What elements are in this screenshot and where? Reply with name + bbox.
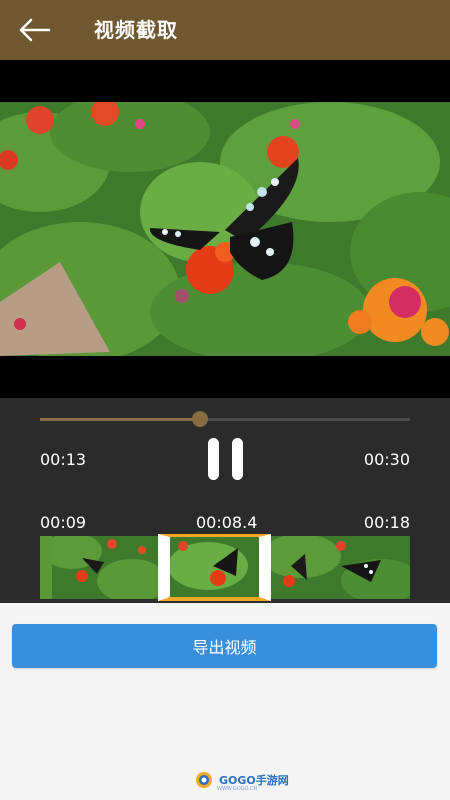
total-time: 00:30 [363, 450, 410, 469]
video-frame-image [0, 102, 450, 356]
seek-thumb[interactable] [192, 411, 209, 427]
gogo-logo-icon [196, 772, 212, 788]
arrow-left-icon [19, 18, 51, 42]
frame-thumbnail [40, 536, 52, 599]
export-video-button[interactable]: 导出视频 [12, 624, 437, 668]
frame-thumbnail [52, 536, 158, 599]
watermark-site: WWW.GOGO.CN [217, 786, 258, 792]
pause-icon-bar-right [232, 438, 243, 480]
pause-button[interactable] [208, 438, 244, 480]
app-header: 视频截取 [0, 0, 450, 60]
video-player[interactable] [0, 60, 450, 398]
watermark-logo: GOGO手游网 WWW.GOGO.CN [195, 770, 289, 792]
seek-bar[interactable] [40, 411, 410, 427]
frame-thumbnail [271, 536, 410, 599]
back-button[interactable] [14, 14, 54, 46]
trim-start-time: 00:09 [40, 513, 87, 532]
pause-icon-bar-left [208, 438, 219, 480]
page-title: 视频截取 [94, 18, 178, 42]
seek-progress [40, 418, 201, 421]
trim-selection-handle[interactable] [158, 534, 271, 601]
playback-controls: 00:13 00:30 00:09 00:08.4 00:18 [0, 398, 450, 603]
current-time: 00:13 [40, 450, 87, 469]
trim-duration: 00:08.4 [196, 513, 258, 532]
video-frame [0, 102, 450, 356]
trim-end-time: 00:18 [363, 513, 410, 532]
